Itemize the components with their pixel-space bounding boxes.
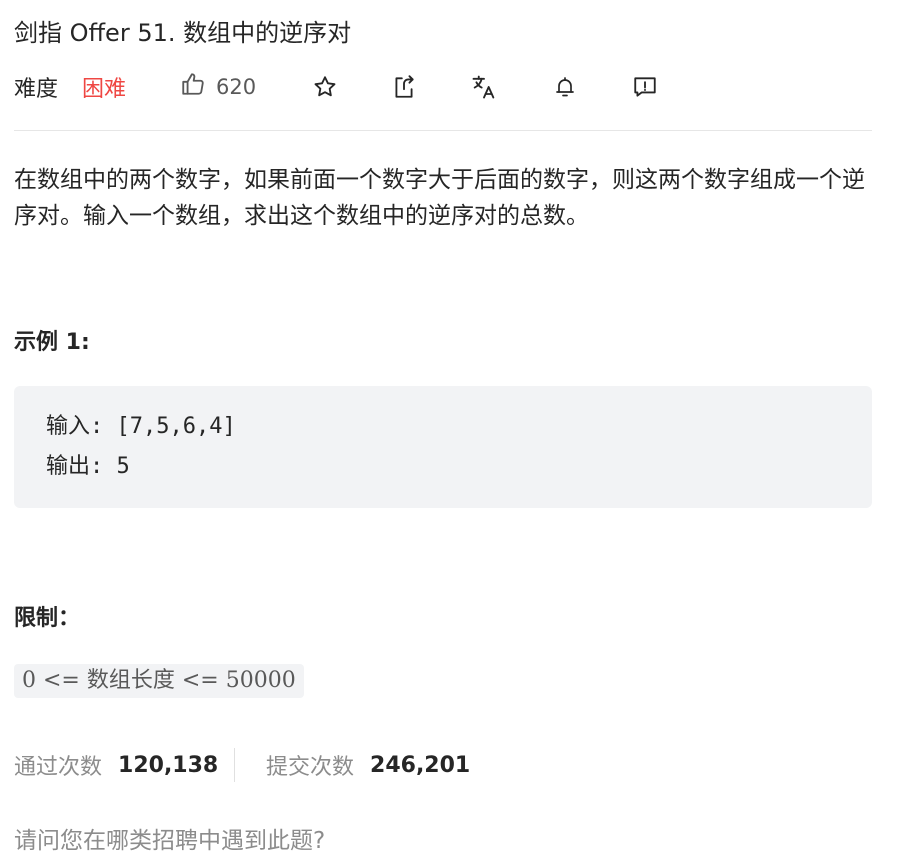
translate-button[interactable] [469,70,499,104]
difficulty-label: 难度 [14,77,59,102]
problem-title: 剑指 Offer 51. 数组中的逆序对 [14,19,352,47]
example-code-block: 输入: [7,5,6,4] 输出: 5 [14,386,872,508]
problem-meta-bar: 难度 困难 620 [14,70,714,104]
like-count: 620 [216,75,257,99]
example-input-line: 输入: [7,5,6,4] [46,414,236,439]
example-output-line: 输出: 5 [46,454,130,479]
submission-stats: 通过次数 120,138 提交次数 246,201 [14,746,714,784]
accepted-label: 通过次数 [14,755,103,780]
example-heading: 示例 1: [14,330,90,355]
interview-question-link[interactable]: 请问您在哪类招聘中遇到此题? [14,824,325,858]
notify-button[interactable] [550,70,580,104]
translate-icon [470,73,498,101]
accepted-stat: 通过次数 120,138 [14,746,218,784]
share-button[interactable] [389,70,419,104]
feedback-button[interactable] [630,70,660,104]
bell-icon [553,74,577,100]
share-icon [391,74,417,100]
stats-divider [234,748,235,782]
header-divider [14,130,872,131]
submissions-value: 246,201 [370,752,471,778]
favorite-button[interactable] [310,70,340,104]
feedback-icon [632,74,658,100]
limits-heading: 限制： [14,606,81,631]
thumbs-up-icon [180,71,206,103]
like-button[interactable]: 620 [180,70,256,104]
problem-description: 在数组中的两个数字，如果前面一个数字大于后面的数字，则这两个数字组成一个逆序对。… [14,167,865,229]
difficulty-value: 困难 [82,77,127,102]
star-icon [312,74,338,100]
limits-code: 0 <= 数组长度 <= 50000 [14,664,304,698]
submissions-stat: 提交次数 246,201 [266,746,470,784]
accepted-value: 120,138 [118,752,219,778]
submissions-label: 提交次数 [266,755,355,780]
